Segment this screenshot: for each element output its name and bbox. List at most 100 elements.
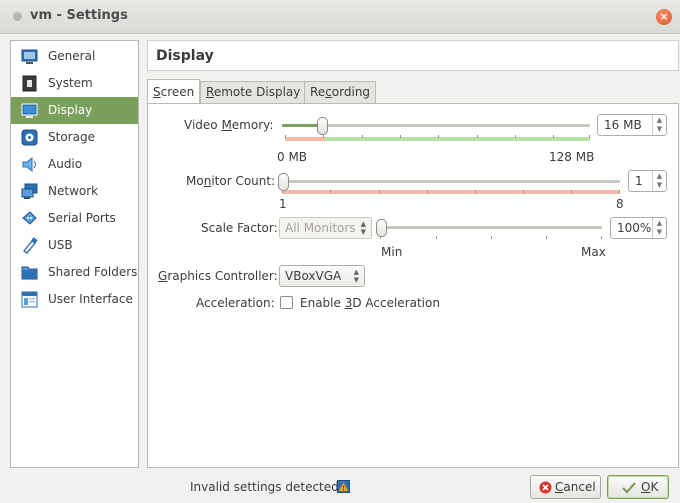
monitor-count-label-pre: Mo xyxy=(186,174,204,188)
slider-tick xyxy=(553,135,554,138)
acceleration-label: Acceleration: xyxy=(196,296,275,310)
scale-factor-label: Scale Factor: xyxy=(201,221,278,235)
ok-button[interactable]: OK xyxy=(607,475,669,499)
sidebar-item-general[interactable]: General xyxy=(11,43,138,70)
audio-icon xyxy=(22,156,36,173)
video-memory-label-rest: emory: xyxy=(231,118,274,132)
sidebar-item-display[interactable]: Display xyxy=(11,97,138,124)
enable-3d-acceleration-checkbox[interactable] xyxy=(280,296,293,309)
scale-factor-max-label: Max xyxy=(581,245,606,259)
monitor-count-value: 1 xyxy=(635,174,643,188)
system-icon xyxy=(22,75,37,92)
monitor-count-label-rest: itor Count: xyxy=(211,174,276,188)
sidebar-item-serial-ports[interactable]: Serial Ports xyxy=(11,205,138,232)
sidebar-item-label: Network xyxy=(48,184,99,198)
sidebar-item-label: Audio xyxy=(48,157,83,171)
page-header: Display xyxy=(147,40,679,71)
network-icon xyxy=(21,183,38,199)
slider-tick xyxy=(323,135,324,138)
video-memory-recommended-zone xyxy=(325,137,590,141)
sidebar-item-user-interface[interactable]: User Interface xyxy=(11,286,138,313)
chevron-updown-icon: ▲ ▼ xyxy=(353,268,359,284)
ok-label: OK xyxy=(641,480,658,494)
monitor-count-min-label: 1 xyxy=(279,197,287,211)
slider-tick xyxy=(379,190,380,193)
tab-recording-label-pre: Re xyxy=(310,85,326,99)
storage-icon xyxy=(21,129,38,146)
graphics-controller-label-mnemonic: G xyxy=(158,269,168,283)
slider-tick xyxy=(475,190,476,193)
status-message: Invalid settings detected xyxy=(190,480,339,494)
checkmark-icon xyxy=(622,482,636,494)
sidebar-item-audio[interactable]: Audio xyxy=(11,151,138,178)
sidebar-item-label: System xyxy=(48,76,93,90)
video-memory-label-pre: Video xyxy=(184,118,222,132)
monitor-count-max-label: 8 xyxy=(616,197,624,211)
sidebar-item-label: General xyxy=(48,49,96,63)
video-memory-track-fill xyxy=(282,124,321,127)
serial-ports-icon xyxy=(22,211,37,225)
slider-tick xyxy=(571,190,572,193)
sidebar-item-usb[interactable]: USB xyxy=(11,232,138,259)
scale-factor-value: 100% xyxy=(617,221,652,235)
sidebar-item-label: USB xyxy=(48,238,73,252)
usb-icon xyxy=(22,237,38,254)
sidebar-item-storage[interactable]: Storage xyxy=(11,124,138,151)
scale-factor-track[interactable] xyxy=(380,226,602,229)
window-title: vm - Settings xyxy=(30,8,128,23)
tab-screen-label: creen xyxy=(160,85,195,99)
sidebar-item-shared-folders[interactable]: Shared Folders xyxy=(11,259,138,286)
tab-remote-display[interactable]: Remote Display xyxy=(200,81,307,103)
spin-arrows-icon[interactable]: ▲ ▼ xyxy=(652,115,666,135)
general-icon xyxy=(21,49,38,64)
shared-folders-icon xyxy=(21,266,38,280)
graphics-controller-combo[interactable]: VBoxVGA ▲ ▼ xyxy=(279,265,365,287)
slider-tick xyxy=(330,190,331,193)
close-button[interactable]: × xyxy=(656,9,672,25)
slider-tick xyxy=(523,190,524,193)
spin-arrows-icon[interactable]: ▲ ▼ xyxy=(652,171,666,191)
tab-screen-mnemonic: S xyxy=(153,85,161,99)
tab-screen[interactable]: Screen xyxy=(147,79,201,104)
screen-panel xyxy=(147,103,679,468)
scale-factor-min-label: Min xyxy=(381,245,403,259)
cancel-button[interactable]: Cancel xyxy=(530,475,601,499)
page-title: Display xyxy=(156,48,214,64)
monitor-count-spinbox[interactable]: 1 ▲ ▼ xyxy=(628,170,667,192)
spin-arrows-icon[interactable]: ▲ ▼ xyxy=(652,218,666,238)
tab-recording[interactable]: Recording xyxy=(304,81,377,103)
enable-3d-label-rest: D Acceleration xyxy=(352,296,440,310)
sidebar-item-network[interactable]: Network xyxy=(11,178,138,205)
sidebar-item-label: Shared Folders xyxy=(48,265,138,279)
scale-factor-monitor-combo[interactable]: All Monitors ▲ ▼ xyxy=(279,217,372,239)
sidebar-item-system[interactable]: System xyxy=(11,70,138,97)
monitor-count-track[interactable] xyxy=(282,180,620,183)
scale-factor-slider-handle[interactable] xyxy=(376,219,387,237)
video-memory-invalid-zone xyxy=(285,137,325,141)
slider-tick xyxy=(619,190,620,193)
video-memory-value: 16 MB xyxy=(604,118,642,132)
video-memory-slider-handle[interactable] xyxy=(316,117,328,135)
graphics-controller-value: VBoxVGA xyxy=(285,269,342,283)
monitor-count-label: Monitor Count: xyxy=(186,174,275,188)
graphics-controller-label: Graphics Controller: xyxy=(158,269,278,283)
slider-tick xyxy=(400,135,401,138)
scale-factor-monitor-value: All Monitors xyxy=(285,221,356,235)
cancel-icon xyxy=(539,481,552,494)
scale-factor-spinbox[interactable]: 100% ▲ ▼ xyxy=(610,217,667,239)
slider-tick xyxy=(438,135,439,138)
warning-icon[interactable] xyxy=(337,480,350,493)
video-memory-track[interactable] xyxy=(282,124,590,127)
slider-tick xyxy=(601,236,602,239)
video-memory-spinbox[interactable]: 16 MB ▲ ▼ xyxy=(597,114,667,136)
slider-tick xyxy=(589,135,590,138)
slider-tick xyxy=(546,236,547,239)
tab-recording-label: ording xyxy=(331,85,371,99)
window-menu-icon[interactable] xyxy=(13,12,22,21)
settings-sidebar: General System Display Storage Audio Net… xyxy=(10,40,139,468)
video-memory-max-label: 128 MB xyxy=(549,150,595,164)
slider-tick xyxy=(285,135,286,138)
monitor-count-slider-handle[interactable] xyxy=(278,173,289,191)
sidebar-item-label: User Interface xyxy=(48,292,133,306)
enable-3d-acceleration-label[interactable]: Enable 3D Acceleration xyxy=(300,296,440,310)
